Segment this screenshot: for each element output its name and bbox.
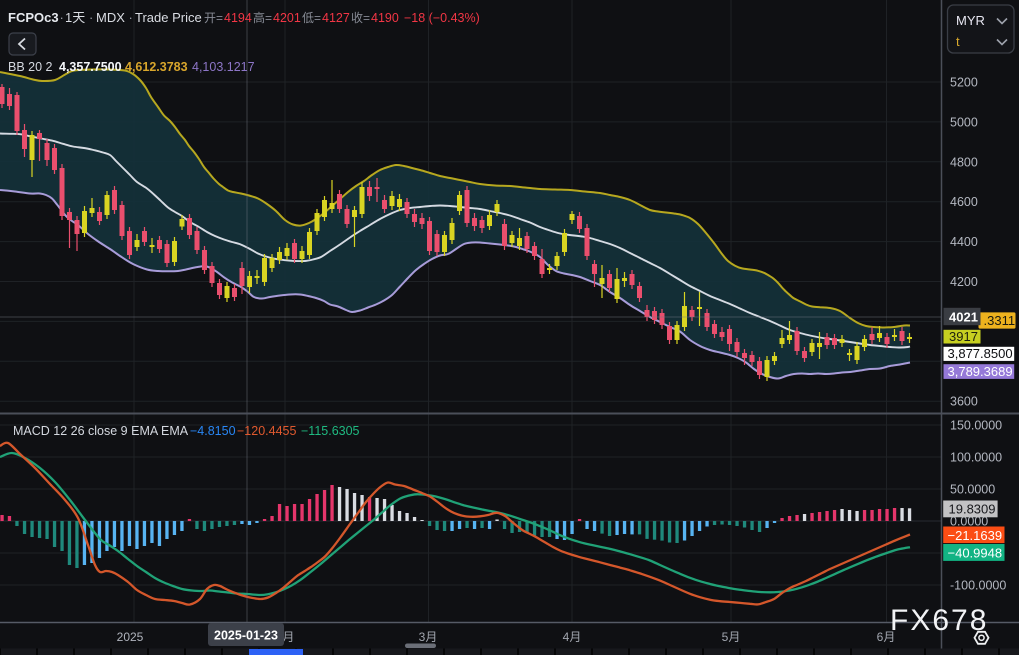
svg-text:−21.1639: −21.1639 — [948, 528, 1003, 543]
svg-text:4194: 4194 — [224, 11, 252, 25]
svg-text:.3311: .3311 — [984, 313, 1016, 328]
svg-text:4,357.7500: 4,357.7500 — [59, 60, 122, 74]
svg-text:·: · — [129, 10, 133, 25]
svg-text:4月: 4月 — [563, 630, 582, 644]
svg-text:·: · — [89, 10, 93, 25]
svg-text:4127: 4127 — [322, 11, 350, 25]
svg-text:MYR: MYR — [956, 13, 985, 28]
svg-text:19.8309: 19.8309 — [949, 502, 996, 517]
svg-text:开=: 开= — [204, 11, 223, 25]
svg-text:100.0000: 100.0000 — [950, 451, 1002, 465]
svg-text:收=: 收= — [351, 11, 370, 25]
svg-text:3月: 3月 — [419, 630, 438, 644]
svg-text:3600: 3600 — [950, 395, 978, 409]
svg-text:高=: 高= — [253, 10, 272, 25]
svg-text:低=: 低= — [302, 11, 321, 25]
svg-text:5月: 5月 — [722, 630, 741, 644]
svg-text:2025-01-23: 2025-01-23 — [214, 629, 278, 643]
svg-text:4,103.1217: 4,103.1217 — [192, 60, 255, 74]
svg-text:MDX: MDX — [96, 10, 125, 25]
svg-text:−40.9948: −40.9948 — [948, 545, 1003, 560]
svg-text:3,789.3689: 3,789.3689 — [948, 364, 1013, 379]
svg-text:2025: 2025 — [117, 630, 144, 644]
svg-text:-100.0000: -100.0000 — [950, 579, 1006, 593]
svg-text:FCPOc3: FCPOc3 — [8, 10, 59, 25]
svg-text:Trade Price: Trade Price — [135, 10, 202, 25]
svg-text:4400: 4400 — [950, 235, 978, 249]
svg-text:5200: 5200 — [950, 76, 978, 90]
svg-text:4,612.3783: 4,612.3783 — [125, 60, 188, 74]
svg-text:150.0000: 150.0000 — [950, 419, 1002, 433]
svg-text:BB 20 2: BB 20 2 — [8, 60, 53, 74]
svg-text:3917: 3917 — [949, 329, 978, 344]
svg-text:4201: 4201 — [273, 11, 301, 25]
svg-text:4021: 4021 — [949, 310, 978, 325]
svg-text:1天: 1天 — [65, 10, 85, 25]
svg-text:−120.4455: −120.4455 — [237, 424, 296, 438]
svg-text:MACD 12 26 close 9 EMA EMA: MACD 12 26 close 9 EMA EMA — [13, 424, 189, 438]
svg-text:5000: 5000 — [950, 115, 978, 129]
svg-text:4600: 4600 — [950, 195, 978, 209]
svg-text:−18 (−0.43%): −18 (−0.43%) — [404, 11, 480, 25]
svg-text:−115.6305: −115.6305 — [301, 424, 360, 438]
svg-text:4190: 4190 — [371, 11, 399, 25]
svg-text:−4.8150: −4.8150 — [190, 424, 236, 438]
svg-text:·: · — [60, 10, 64, 25]
svg-text:FX678: FX678 — [890, 604, 988, 637]
svg-text:t: t — [956, 34, 960, 49]
svg-text:4200: 4200 — [950, 275, 978, 289]
svg-text:50.0000: 50.0000 — [950, 483, 995, 497]
svg-text:3,877.8500: 3,877.8500 — [948, 346, 1013, 361]
svg-text:4800: 4800 — [950, 155, 978, 169]
